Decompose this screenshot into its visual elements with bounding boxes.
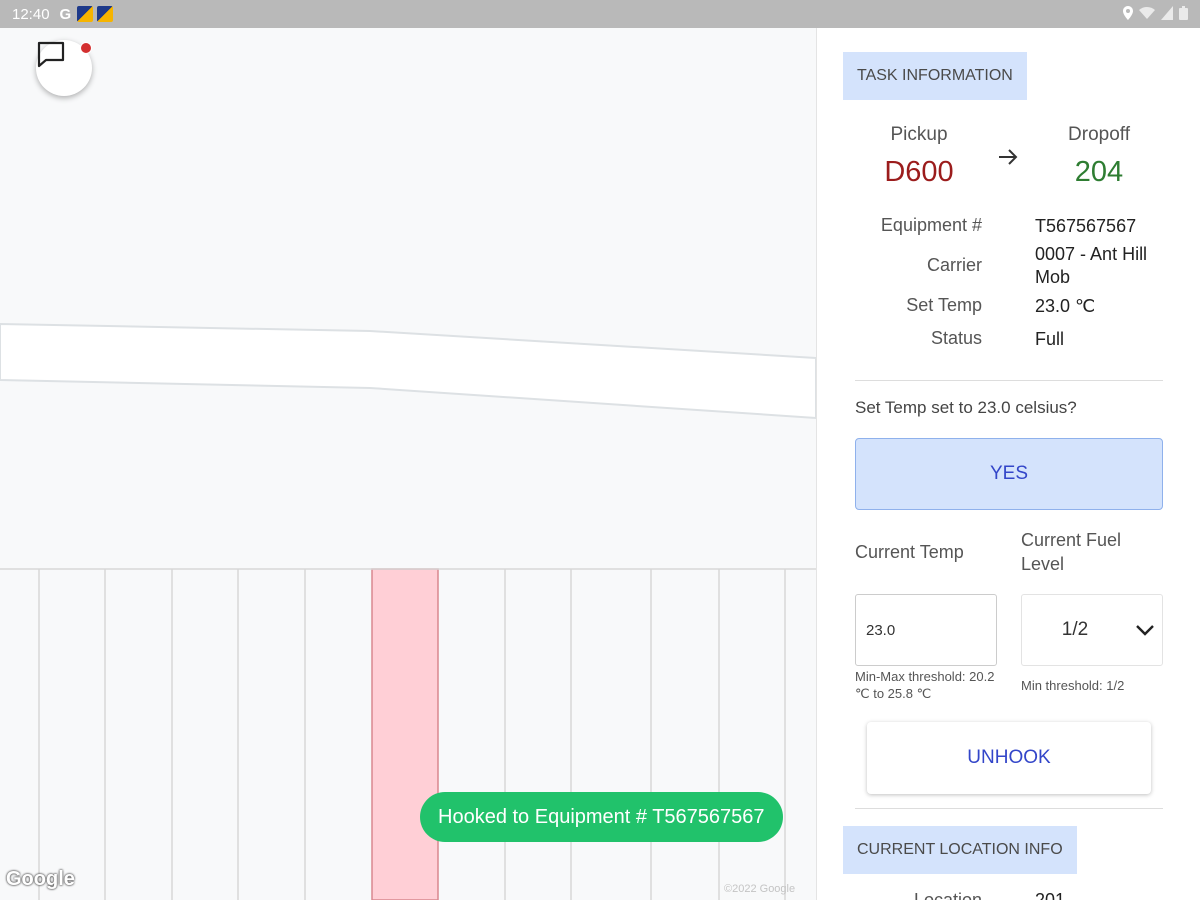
yes-button[interactable]: YES bbox=[855, 438, 1163, 510]
parking-grid bbox=[0, 568, 816, 900]
dropoff-label: Dropoff bbox=[1068, 124, 1130, 145]
status-value: Full bbox=[1035, 329, 1065, 349]
app-icon bbox=[77, 6, 94, 22]
carrier-label: Carrier bbox=[926, 255, 982, 275]
hooked-toast: Hooked to Equipment # T567567567 bbox=[420, 792, 783, 842]
current-temp-label: Current Temp bbox=[855, 542, 964, 562]
dropoff-value: 204 bbox=[1074, 156, 1124, 188]
unhook-button[interactable]: UNHOOK bbox=[867, 722, 1151, 794]
status-label: Status bbox=[930, 328, 982, 348]
google-logo: Google bbox=[6, 868, 75, 890]
wifi-icon bbox=[1139, 6, 1155, 23]
status-bar: 12:40 G bbox=[0, 0, 1200, 28]
location-icon bbox=[1123, 5, 1133, 23]
equipment-value: T567567567 bbox=[1035, 216, 1137, 236]
set-temp-label: Set Temp bbox=[906, 295, 982, 315]
chevron-down-icon bbox=[1128, 624, 1162, 636]
location-label: Location bbox=[913, 890, 982, 900]
divider bbox=[855, 380, 1163, 381]
signal-icon bbox=[1161, 5, 1173, 23]
current-fuel-select[interactable]: 1/2 bbox=[1021, 594, 1163, 666]
current-fuel-value: 1/2 bbox=[1061, 619, 1089, 640]
app-icon bbox=[97, 6, 114, 22]
divider bbox=[855, 808, 1163, 809]
fuel-threshold-hint: Min threshold: 1/2 bbox=[1021, 678, 1125, 693]
highlighted-parking-spot[interactable] bbox=[371, 568, 439, 900]
location-value: 201 bbox=[1035, 890, 1066, 900]
pickup-value: D600 bbox=[884, 156, 954, 188]
battery-icon bbox=[1179, 5, 1188, 23]
arrow-right-icon bbox=[997, 146, 1019, 173]
map-road bbox=[0, 322, 816, 420]
set-temp-value: 23.0 ℃ bbox=[1035, 296, 1096, 316]
map-view[interactable]: Hooked to Equipment # T567567567 Google … bbox=[0, 28, 816, 900]
task-information-header: TASK INFORMATION bbox=[843, 52, 1027, 100]
google-icon: G bbox=[59, 5, 72, 23]
set-temp-question: Set Temp set to 23.0 celsius? bbox=[855, 398, 1077, 417]
map-canvas bbox=[0, 322, 816, 900]
temp-threshold-hint: Min-Max threshold: 20.2 ℃ to 25.8 ℃ bbox=[855, 669, 995, 701]
pickup-label: Pickup bbox=[890, 124, 948, 145]
chat-button[interactable] bbox=[36, 40, 92, 96]
current-location-header: CURRENT LOCATION INFO bbox=[843, 826, 1077, 874]
status-icons bbox=[1123, 5, 1188, 23]
carrier-value: 0007 - Ant Hill Mob bbox=[1035, 244, 1148, 287]
current-temp-value: 23.0 bbox=[866, 621, 896, 639]
task-panel: TASK INFORMATION Pickup D600 Dropoff 204… bbox=[816, 28, 1200, 900]
equipment-label: Equipment # bbox=[880, 215, 982, 235]
current-temp-input[interactable]: 23.0 bbox=[855, 594, 997, 666]
current-fuel-label: Current Fuel Level bbox=[1021, 530, 1122, 574]
map-copyright: ©2022 Google bbox=[724, 883, 796, 895]
notification-dot bbox=[80, 42, 92, 54]
status-time: 12:40 bbox=[12, 5, 50, 23]
